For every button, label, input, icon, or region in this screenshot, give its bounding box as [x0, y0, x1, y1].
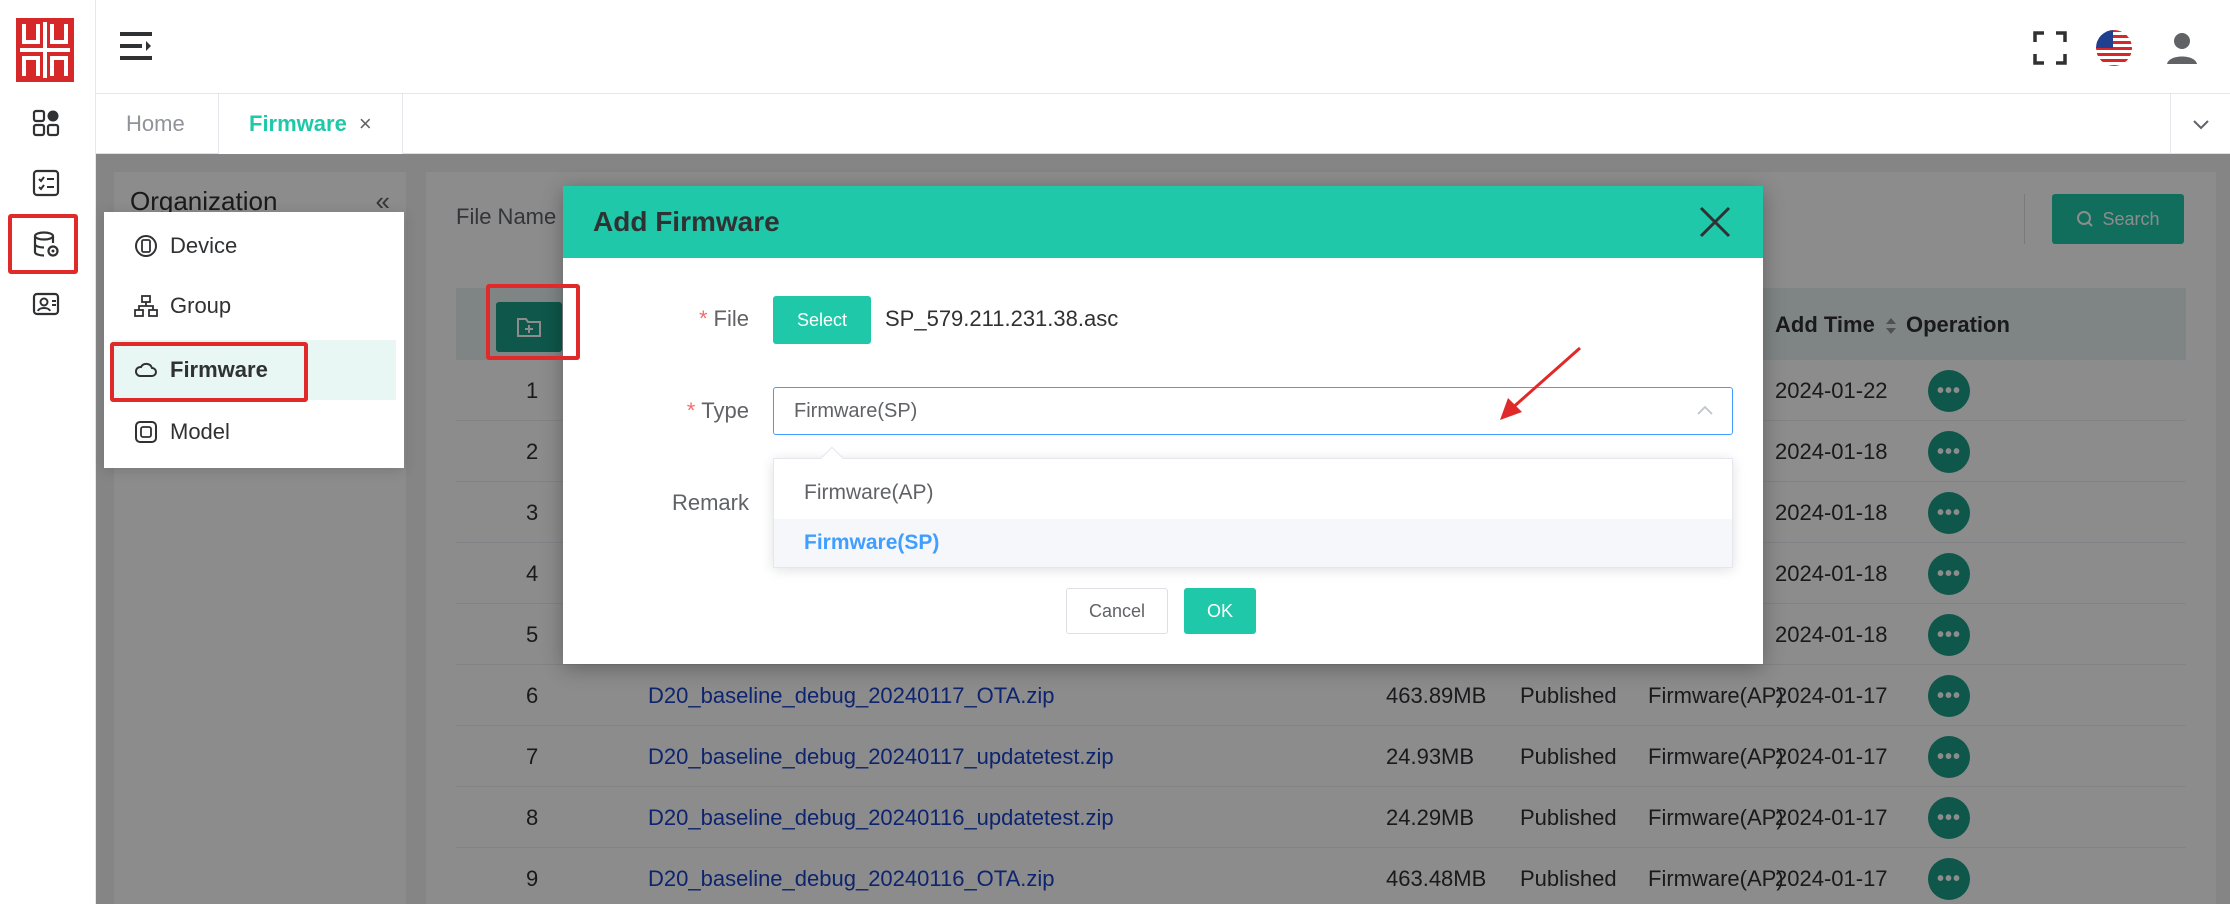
selected-file-name: SP_579.211.231.38.asc: [885, 306, 1119, 331]
tab-close-icon[interactable]: ×: [359, 111, 372, 137]
menu-item-model-label: Model: [170, 419, 230, 444]
highlight-add-button: [486, 284, 580, 360]
menu-item-device[interactable]: Device: [112, 216, 396, 276]
rail-users[interactable]: [14, 280, 78, 330]
type-label-text: Type: [701, 398, 749, 423]
model-icon: [135, 421, 157, 443]
cancel-button[interactable]: Cancel: [1066, 588, 1168, 634]
checklist-icon: [32, 169, 60, 197]
left-rail: [0, 0, 96, 904]
required-mark: *: [698, 306, 708, 331]
language-button[interactable]: [2094, 28, 2134, 68]
rail-dashboard[interactable]: [14, 98, 78, 148]
required-mark: *: [686, 398, 696, 423]
file-label: * File: [609, 306, 749, 332]
type-option-ap[interactable]: Firmware(AP): [774, 469, 1732, 517]
menu-item-model[interactable]: Model: [112, 402, 396, 462]
dialog-title: Add Firmware: [593, 206, 780, 237]
type-dropdown: Firmware(AP) Firmware(SP): [773, 446, 1733, 568]
hierarchy-icon: [134, 295, 158, 317]
file-label-text: File: [713, 306, 749, 331]
type-select[interactable]: Firmware(SP): [773, 387, 1733, 435]
chevron-up-icon: [1697, 405, 1713, 415]
remark-label: Remark: [671, 490, 749, 515]
rail-tasks[interactable]: [14, 158, 78, 208]
dialog-header: Add Firmware: [563, 186, 1763, 258]
tab-firmware-label: Firmware: [249, 111, 347, 136]
menu-item-device-label: Device: [170, 233, 238, 258]
top-header: [96, 0, 2230, 94]
menu-item-group[interactable]: Group: [112, 276, 396, 336]
fullscreen-icon: [2033, 31, 2067, 65]
type-option-sp[interactable]: Firmware(SP): [774, 519, 1732, 567]
tab-bar: Home Firmware ×: [96, 94, 2230, 154]
us-flag-icon: [2096, 30, 2132, 66]
menu-item-group-label: Group: [170, 293, 232, 318]
user-menu-button[interactable]: [2162, 28, 2202, 68]
tab-home-label: Home: [126, 111, 185, 136]
chevron-down-icon: [2192, 120, 2209, 130]
dropdown-caret: [820, 446, 844, 470]
fullscreen-button[interactable]: [2030, 28, 2070, 68]
device-icon: [135, 235, 157, 257]
highlight-menu-firmware: [110, 342, 308, 402]
highlight-rail-firmware: [8, 214, 78, 274]
menu-toggle-icon[interactable]: [118, 30, 154, 62]
tab-firmware[interactable]: Firmware ×: [218, 94, 403, 154]
logo: [16, 18, 74, 82]
tab-home[interactable]: Home: [96, 94, 215, 154]
type-label: * Type: [609, 398, 749, 424]
close-icon[interactable]: [1697, 204, 1733, 240]
tabs-more-button[interactable]: [2170, 94, 2230, 154]
dashboard-icon: [32, 109, 60, 137]
select-file-button[interactable]: Select: [773, 296, 871, 344]
rail-submenu: Device Group Firmware Model: [104, 212, 404, 468]
user-card-icon: [32, 292, 60, 316]
add-firmware-dialog: Add Firmware * File Select SP_579.211.231…: [563, 186, 1763, 664]
type-select-value: Firmware(SP): [794, 400, 918, 422]
arrow-annotation-icon: [1500, 346, 1581, 420]
user-icon: [2167, 33, 2197, 64]
ok-button[interactable]: OK: [1184, 588, 1256, 634]
